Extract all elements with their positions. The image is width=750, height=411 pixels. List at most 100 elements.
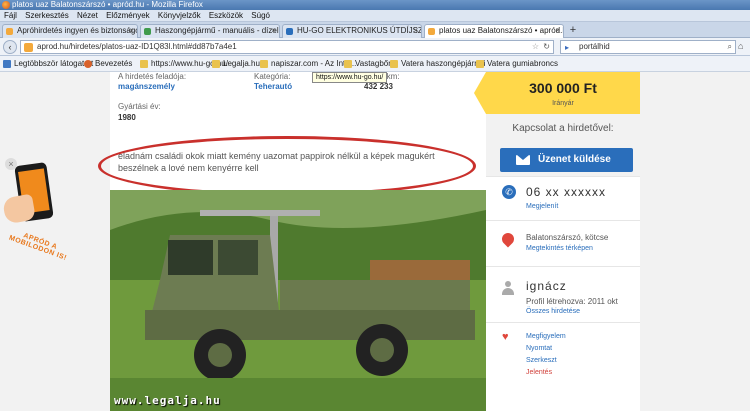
back-button[interactable]: ‹ <box>3 40 17 54</box>
url-bar[interactable]: aprod.hu/hirdetes/platos-uaz-ID1Q83l.htm… <box>20 40 554 54</box>
bookmark-star-icon[interactable]: ☆ <box>532 41 539 53</box>
window-title: platos uaz Balatonszárszó • apród.hu - M… <box>12 0 203 9</box>
window-title-bar: platos uaz Balatonszárszó • apród.hu - M… <box>0 0 750 10</box>
user-block: ignácz Profil létrehozva: 2011 okt Össze… <box>486 266 640 322</box>
site-favicon-icon <box>428 28 435 35</box>
show-phone-link[interactable]: Megjelenít <box>526 203 558 210</box>
all-ads-link[interactable]: Összes hirdetése <box>526 308 580 315</box>
bookmark-icon <box>84 60 92 68</box>
folder-icon <box>140 60 148 68</box>
reload-icon[interactable]: ↻ <box>543 41 550 53</box>
price-tab-shape <box>474 72 486 114</box>
tab-label: Apróhirdetés ingyen és biztonságosa... <box>17 26 137 35</box>
tab-aprohirdetes[interactable]: Apróhirdetés ingyen és biztonságosa... × <box>2 24 138 38</box>
site-identity-icon <box>24 43 33 52</box>
print-link[interactable]: Nyomtat <box>526 345 552 352</box>
search-engine-icon[interactable]: ▸ <box>565 42 569 54</box>
promo-text: APRÓD A MOBILODON IS! <box>7 232 68 262</box>
year-value: 1980 <box>118 113 136 122</box>
menu-bookmarks[interactable]: Könyvjelzők <box>158 11 201 20</box>
location-pin-icon <box>499 230 517 248</box>
advertiser-label: A hirdetés feladója: <box>118 72 187 81</box>
map-link[interactable]: Megtekintés térképen <box>526 245 593 252</box>
profile-created: Profil létrehozva: 2011 okt <box>526 297 618 306</box>
search-input[interactable]: ▸ portálhid ⌕ <box>560 40 736 54</box>
advertiser-value[interactable]: magánszemély <box>118 82 175 91</box>
tab-hugo[interactable]: HU-GO ELEKTRONIKUS ÚTDÍJSZEDÉSI ... × <box>282 24 422 38</box>
listing-sidebar: 300 000 Ft Irányár Kapcsolat a hirdetőve… <box>474 72 640 411</box>
tab-haszongepjarmu[interactable]: Haszongépjármű - manuális - dízel | ... … <box>140 24 280 38</box>
menu-help[interactable]: Súgó <box>251 11 270 20</box>
folder-icon <box>476 60 484 68</box>
bookmark-label: Legtöbbször látogatott <box>14 59 94 68</box>
close-icon[interactable]: × <box>413 25 418 37</box>
tab-label: HU-GO ELEKTRONIKUS ÚTDÍJSZEDÉSI ... <box>297 26 421 35</box>
mobile-app-promo[interactable]: × APRÓD A MOBILODON IS! <box>0 154 72 354</box>
listing-photo[interactable]: www.legalja.hu <box>110 190 486 411</box>
bookmark-vatera-gumi[interactable]: Vatera gumiabroncs <box>476 56 558 71</box>
menu-edit[interactable]: Szerkesztés <box>25 11 69 20</box>
bookmark-label: Vastagbőr <box>355 59 391 68</box>
tab-label: platos uaz Balatonszárszó • apród.hu <box>439 26 564 35</box>
folder-icon <box>212 60 220 68</box>
menu-view[interactable]: Nézet <box>77 11 98 20</box>
envelope-icon <box>516 155 530 165</box>
bookmark-bevezetes[interactable]: Bevezetés <box>84 56 133 71</box>
bookmark-napiszar[interactable]: napiszar.com - Az Inte... <box>260 56 356 71</box>
mileage-value: 432 233 <box>364 82 393 91</box>
close-icon[interactable]: × <box>129 25 134 37</box>
folder-icon <box>260 60 268 68</box>
bookmark-legalja[interactable]: Legalja.hu <box>212 56 260 71</box>
bookmark-label: Legalja.hu <box>223 59 260 68</box>
watermark-text: www.legalja.hu <box>114 394 221 407</box>
link-tooltip: https://www.hu-go.hu/ <box>312 72 388 83</box>
bookmark-vatera-haszongep[interactable]: Vatera haszongépjármű <box>390 56 486 71</box>
bookmark-label: Vatera haszongépjármű <box>401 59 486 68</box>
send-message-button[interactable]: Üzenet küldése <box>500 148 633 172</box>
bookmark-icon <box>3 60 11 68</box>
category-value[interactable]: Teherautó <box>254 82 292 91</box>
site-favicon-icon <box>286 28 293 35</box>
right-margin <box>640 72 750 411</box>
price-value: 300 000 Ft <box>529 80 597 96</box>
navigation-bar: ‹ aprod.hu/hirdetes/platos-uaz-ID1Q83l.h… <box>0 38 750 56</box>
tab-bar: Apróhirdetés ingyen és biztonságosa... ×… <box>0 22 750 38</box>
phone-number: 06 xx xxxxxx <box>526 185 607 199</box>
tab-label: Haszongépjármű - manuális - dízel | ... <box>155 26 280 35</box>
heart-icon: ♥ <box>502 331 509 343</box>
phone-icon: ✆ <box>502 185 516 199</box>
firefox-icon <box>2 1 10 9</box>
tab-platos-uaz[interactable]: platos uaz Balatonszárszó • apród.hu × <box>424 24 564 38</box>
follow-link[interactable]: Megfigyelem <box>526 333 566 340</box>
site-favicon-icon <box>144 28 151 35</box>
new-tab-button[interactable]: + <box>566 24 580 38</box>
phone-block: ✆ 06 xx xxxxxx Megjelenít <box>486 176 640 220</box>
report-link[interactable]: Jelentés <box>526 369 552 376</box>
bookmark-label: Vatera gumiabroncs <box>487 59 558 68</box>
edit-link[interactable]: Szerkeszt <box>526 357 557 364</box>
site-favicon-icon <box>6 28 13 35</box>
location-block: Balatonszárszó, kötcse Megtekintés térké… <box>486 220 640 266</box>
home-icon[interactable]: ⌂ <box>738 41 748 53</box>
menu-history[interactable]: Előzmények <box>106 11 150 20</box>
price-box: 300 000 Ft Irányár <box>474 72 640 114</box>
send-message-label: Üzenet küldése <box>538 154 611 165</box>
bookmark-vastagbor[interactable]: Vastagbőr <box>344 56 391 71</box>
close-icon[interactable]: × <box>271 25 276 37</box>
close-icon[interactable]: × <box>555 25 560 37</box>
folder-icon <box>390 60 398 68</box>
menu-file[interactable]: Fájl <box>4 11 17 20</box>
bookmark-most-visited[interactable]: Legtöbbször látogatott <box>3 56 94 71</box>
user-name: ignácz <box>526 279 567 293</box>
menu-tools[interactable]: Eszközök <box>209 11 243 20</box>
year-label: Gyártási év: <box>118 102 161 111</box>
price-type: Irányár <box>552 100 574 107</box>
bookmark-label: Bevezetés <box>95 59 133 68</box>
user-icon <box>502 281 514 295</box>
search-text: portálhid <box>579 42 610 51</box>
menu-bar: Fájl Szerkesztés Nézet Előzmények Könyvj… <box>0 10 750 22</box>
actions-block: ♥ Megfigyelem Nyomtat Szerkeszt Jelentés <box>486 322 640 411</box>
listing-description: eladnám családi okok miatt kemény uazoma… <box>118 151 435 173</box>
location-text: Balatonszárszó, kötcse <box>526 233 609 242</box>
search-icon[interactable]: ⌕ <box>728 41 732 53</box>
